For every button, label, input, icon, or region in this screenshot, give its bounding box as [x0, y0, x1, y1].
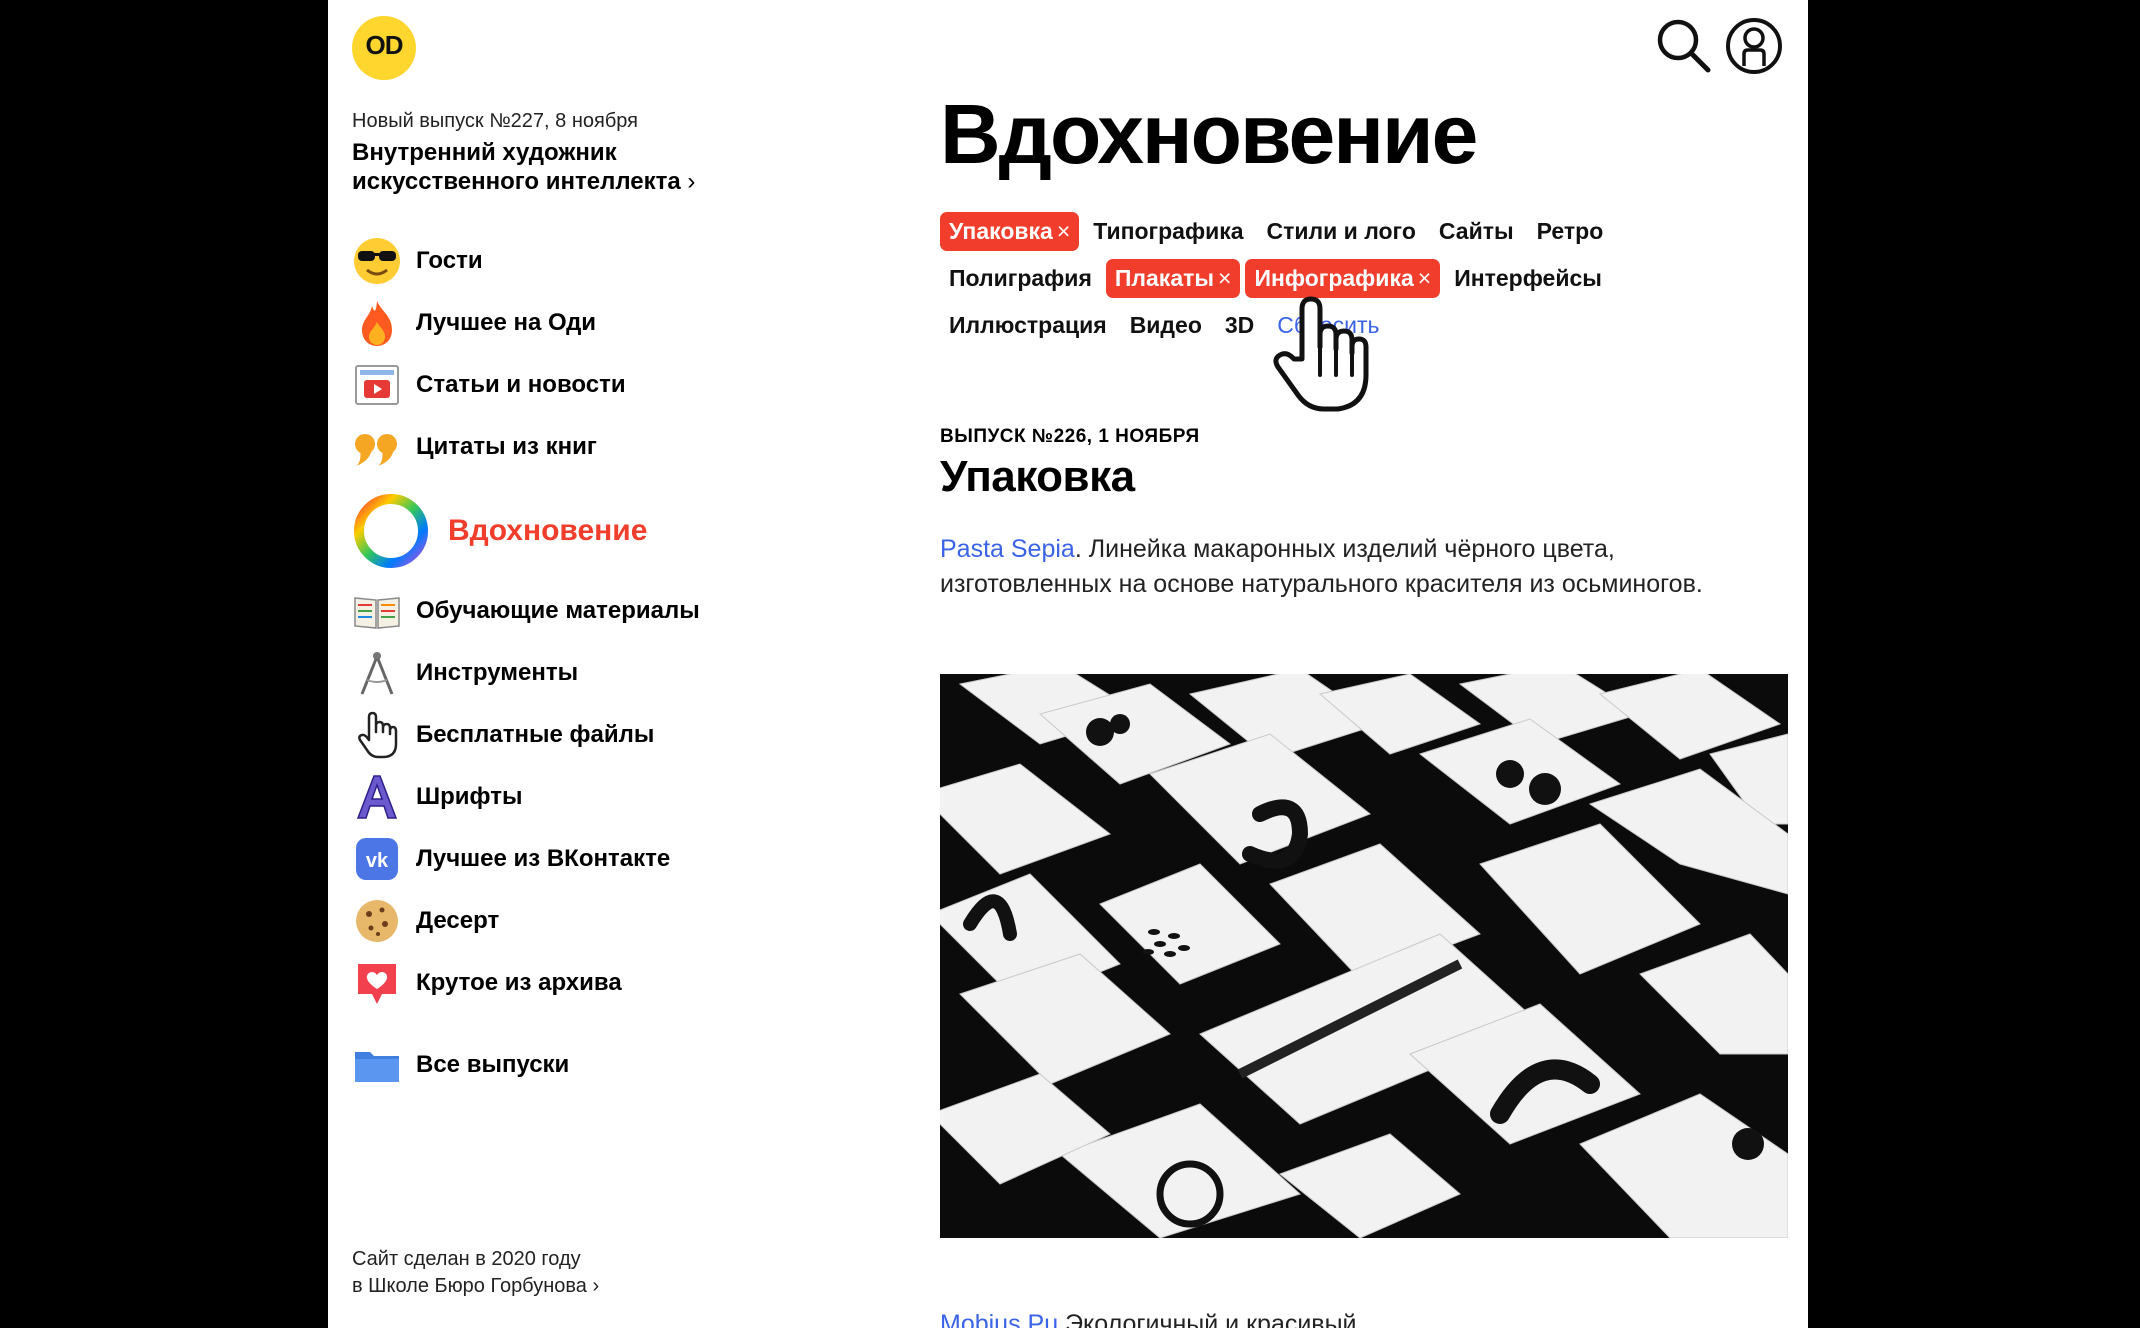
- nav-item-dessert[interactable]: Десерт: [352, 896, 499, 946]
- nav-item-inspiration[interactable]: Вдохновение: [352, 492, 647, 570]
- close-icon[interactable]: ×: [1057, 218, 1070, 244]
- tag-label: Плакаты: [1114, 265, 1215, 291]
- nav-label: Статьи и новости: [416, 371, 626, 398]
- nav-label: Все выпуски: [416, 1051, 570, 1078]
- nav-item-all-issues[interactable]: Все выпуски: [352, 1040, 569, 1090]
- nav-item-guests[interactable]: Гости: [352, 236, 483, 286]
- tag-styles-logos[interactable]: Стили и лого: [1258, 212, 1425, 251]
- nav-label: Гости: [416, 247, 483, 274]
- tag-label: Стили и лого: [1266, 218, 1416, 244]
- page-title: Вдохновение: [940, 87, 1478, 181]
- logo-text: OD: [365, 30, 404, 60]
- tag-label: Сайты: [1438, 218, 1514, 244]
- nav-item-tools[interactable]: Инструменты: [352, 648, 578, 698]
- tag-label: 3D: [1224, 312, 1255, 338]
- color-wheel-icon: [352, 492, 430, 570]
- user-icon[interactable]: [1724, 16, 1784, 76]
- cookie-icon: [352, 896, 402, 946]
- nav-label: Цитаты из книг: [416, 433, 597, 460]
- publication-link[interactable]: Pasta Sepia: [940, 535, 1075, 563]
- tag-label: Ретро: [1536, 218, 1604, 244]
- nav-item-quotes[interactable]: Цитаты из книг: [352, 422, 597, 472]
- tag-label: Типографика: [1093, 218, 1244, 244]
- page: OD Новый выпуск №227, 8 ноября Внутренни…: [328, 0, 1808, 1328]
- footer-line: Сайт сделан в 2020 году: [352, 1248, 581, 1270]
- tag-posters[interactable]: Плакаты ×: [1105, 259, 1241, 298]
- compass-icon: [352, 648, 402, 698]
- nav-label: Обучающие материалы: [416, 597, 700, 624]
- nav-item-vk[interactable]: vk Лучшее из ВКонтакте: [352, 834, 670, 884]
- hand-icon: [352, 710, 402, 760]
- latest-issue-title: Внутренний художник искусственного интел…: [352, 139, 681, 195]
- tag-row: Полиграфия Плакаты × Инфографика × Интерфе…: [940, 259, 1616, 298]
- nav-item-articles[interactable]: Статьи и новости: [352, 360, 626, 410]
- tag-retro[interactable]: Ретро: [1528, 212, 1613, 251]
- tag-label: Иллюстрация: [949, 312, 1107, 338]
- tag-label: Интерфейсы: [1454, 265, 1602, 291]
- tag-typography[interactable]: Типографика: [1084, 212, 1252, 251]
- nav-item-tutorials[interactable]: Обучающие материалы: [352, 586, 700, 636]
- nav-label: Крутое из архива: [416, 969, 622, 996]
- tag-label: Видео: [1129, 312, 1202, 338]
- tag-3d[interactable]: 3D: [1216, 306, 1263, 345]
- fire-icon: [352, 298, 402, 348]
- nav-label: Шрифты: [416, 783, 523, 810]
- chevron-right-icon: ›: [687, 168, 696, 195]
- tag-packaging[interactable]: Упаковка ×: [940, 212, 1080, 251]
- publication-title: Упаковка: [940, 452, 1135, 501]
- next-publication-description: Экологичный и красивый: [1065, 1310, 1357, 1328]
- nav-item-best[interactable]: Лучшее на Оди: [352, 298, 596, 348]
- publication-image[interactable]: [940, 674, 1788, 1238]
- latest-issue-date: Новый выпуск №227, 8 ноября: [352, 110, 639, 132]
- nav-item-fonts[interactable]: Шрифты: [352, 772, 522, 822]
- site-logo[interactable]: OD: [352, 16, 416, 80]
- nav-label: Лучшее на Оди: [416, 309, 597, 336]
- letter-a-icon: [352, 772, 402, 822]
- nav-label: Инструменты: [416, 659, 579, 686]
- nav-label: Лучшее из ВКонтакте: [416, 845, 671, 872]
- newspaper-icon: [352, 360, 402, 410]
- svg-text:vk: vk: [366, 850, 389, 872]
- latest-issue-link[interactable]: Внутренний художник искусственного интел…: [352, 138, 772, 196]
- footer-credit: Сайт сделан в 2020 году в Школе Бюро Гор…: [352, 1246, 599, 1300]
- footer-link[interactable]: в Школе Бюро Горбунова ›: [352, 1273, 599, 1300]
- tag-row: Упаковка × Типографика Стили и лого Сайты…: [940, 212, 1617, 251]
- textbook-icon: [352, 586, 402, 636]
- next-publication-text: Mobius Pu Экологичный и красивый: [940, 1310, 1357, 1328]
- heart-icon: [352, 958, 402, 1008]
- tag-label: Инфографика: [1254, 265, 1414, 291]
- search-icon[interactable]: [1654, 16, 1714, 76]
- nav-item-free-files[interactable]: Бесплатные файлы: [352, 710, 654, 760]
- tag-sites[interactable]: Сайты: [1430, 212, 1523, 251]
- nav-label: Бесплатные файлы: [416, 721, 655, 748]
- tag-video[interactable]: Видео: [1121, 306, 1211, 345]
- tag-interfaces[interactable]: Интерфейсы: [1445, 259, 1611, 298]
- quote-icon: [352, 422, 402, 472]
- tag-label: Полиграфия: [949, 265, 1092, 291]
- close-icon[interactable]: ×: [1418, 265, 1431, 291]
- vk-icon: vk: [352, 834, 402, 884]
- hand-pointer-cursor-icon: [1266, 295, 1376, 415]
- tag-illustration[interactable]: Иллюстрация: [940, 306, 1116, 345]
- tag-label: Упаковка: [949, 218, 1053, 244]
- folder-icon: [352, 1040, 402, 1090]
- chevron-right-icon: ›: [592, 1275, 600, 1297]
- tag-print[interactable]: Полиграфия: [940, 259, 1101, 298]
- next-publication-link[interactable]: Mobius Pu: [940, 1310, 1058, 1328]
- publication-text: Pasta Sepia. Линейка макаронных изделий …: [940, 532, 1760, 602]
- tag-infographics[interactable]: Инфографика ×: [1245, 259, 1441, 298]
- nav-label: Вдохновение: [448, 514, 648, 547]
- nav-label: Десерт: [416, 907, 500, 934]
- sunglasses-emoji-icon: [352, 236, 402, 286]
- footer-line: в Школе Бюро Горбунова: [352, 1275, 587, 1297]
- close-icon[interactable]: ×: [1218, 265, 1231, 291]
- publication-meta: ВЫПУСК №226, 1 НОЯБРЯ: [940, 426, 1200, 447]
- nav-item-archive[interactable]: Крутое из архива: [352, 958, 622, 1008]
